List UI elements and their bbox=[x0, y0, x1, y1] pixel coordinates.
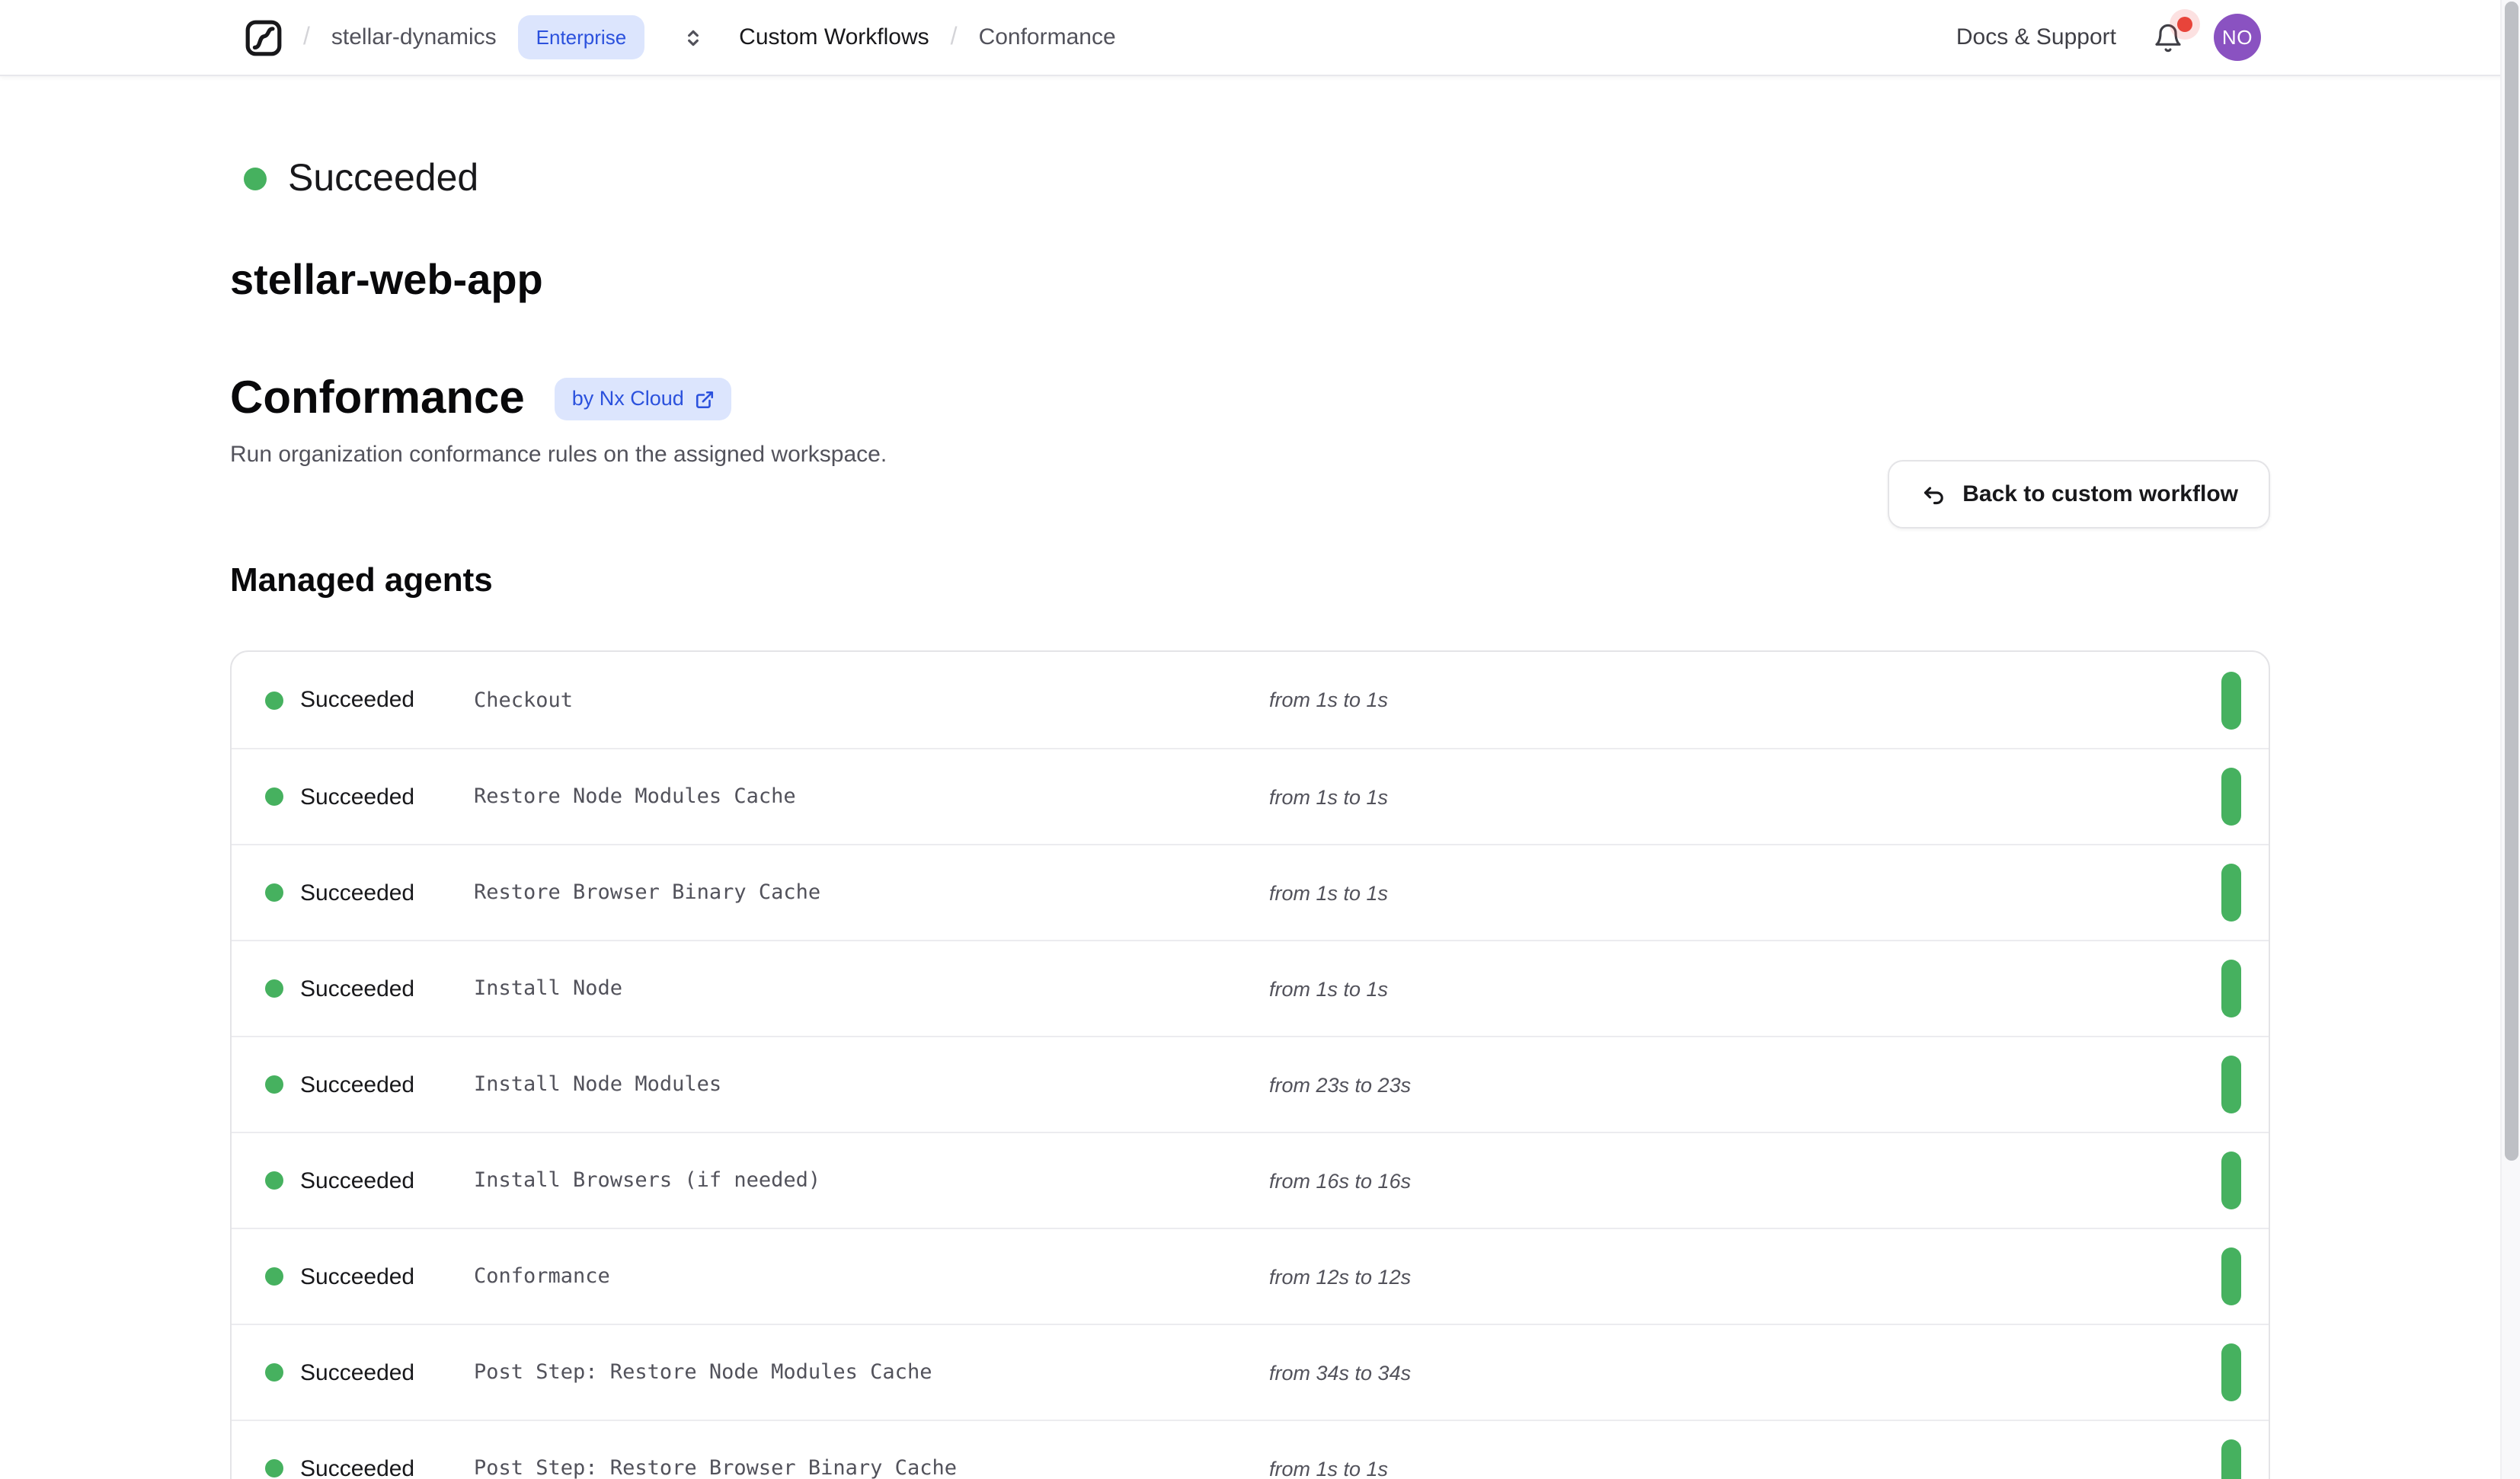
agent-duration: from 1s to 1s bbox=[1269, 688, 2221, 711]
agent-row[interactable]: Succeeded Install Node from 1s to 1s bbox=[232, 940, 2269, 1036]
status-dot-icon bbox=[265, 1363, 283, 1382]
agent-status: Succeeded bbox=[300, 976, 414, 1001]
agent-row[interactable]: Succeeded Post Step: Restore Node Module… bbox=[232, 1324, 2269, 1420]
docs-support-link[interactable]: Docs & Support bbox=[1956, 24, 2116, 50]
agent-step-name: Post Step: Restore Node Modules Cache bbox=[474, 1360, 1269, 1385]
duration-bar bbox=[2221, 960, 2241, 1017]
breadcrumb-separator: / bbox=[303, 24, 310, 51]
agent-row[interactable]: Succeeded Restore Node Modules Cache fro… bbox=[232, 748, 2269, 844]
main-content: Succeeded stellar-web-app Conformance by… bbox=[0, 76, 2520, 1479]
agent-row[interactable]: Succeeded Install Browsers (if needed) f… bbox=[232, 1132, 2269, 1228]
avatar[interactable]: NO bbox=[2214, 14, 2261, 61]
breadcrumb-org[interactable]: stellar-dynamics bbox=[331, 24, 497, 50]
notifications-button[interactable] bbox=[2153, 22, 2183, 53]
duration-bar bbox=[2221, 671, 2241, 729]
duration-bar bbox=[2221, 1056, 2241, 1113]
agent-step-name: Checkout bbox=[474, 688, 1269, 712]
agent-status: Succeeded bbox=[300, 1072, 414, 1097]
agent-row[interactable]: Succeeded Install Node Modules from 23s … bbox=[232, 1036, 2269, 1132]
status-dot-icon bbox=[265, 979, 283, 998]
workspace-title: stellar-web-app bbox=[230, 256, 2270, 305]
status-dot-icon bbox=[265, 1459, 283, 1477]
breadcrumb-page: Conformance bbox=[979, 24, 1116, 50]
run-status-label: Succeeded bbox=[288, 160, 478, 198]
agent-status: Succeeded bbox=[300, 784, 414, 810]
duration-bar bbox=[2221, 768, 2241, 826]
status-dot-icon bbox=[244, 168, 267, 190]
agent-duration: from 1s to 1s bbox=[1269, 1457, 2221, 1479]
breadcrumb-separator: / bbox=[951, 24, 958, 51]
page-title: Conformance bbox=[230, 372, 525, 426]
agent-status: Succeeded bbox=[300, 1168, 414, 1193]
agent-status: Succeeded bbox=[300, 1263, 414, 1289]
agent-duration: from 1s to 1s bbox=[1269, 881, 2221, 904]
agent-status: Succeeded bbox=[300, 1359, 414, 1385]
back-button-label: Back to custom workflow bbox=[1962, 481, 2238, 507]
agent-step-name: Install Node Modules bbox=[474, 1072, 1269, 1097]
agent-duration: from 1s to 1s bbox=[1269, 785, 2221, 808]
by-nx-cloud-label: by Nx Cloud bbox=[572, 389, 684, 410]
header-actions: Docs & Support NO bbox=[1956, 14, 2483, 61]
notification-badge bbox=[2177, 16, 2192, 31]
agent-row[interactable]: Succeeded Conformance from 12s to 12s bbox=[232, 1228, 2269, 1324]
agent-status: Succeeded bbox=[300, 687, 414, 713]
external-link-icon bbox=[695, 389, 715, 409]
org-plan-badge: Enterprise bbox=[518, 15, 645, 59]
arrow-back-icon bbox=[1920, 481, 1947, 508]
managed-agents-list: Succeeded Checkout from 1s to 1s Succeed… bbox=[230, 650, 2270, 1479]
agent-row[interactable]: Succeeded Restore Browser Binary Cache f… bbox=[232, 844, 2269, 940]
status-dot-icon bbox=[265, 691, 283, 709]
agent-step-name: Post Step: Restore Browser Binary Cache bbox=[474, 1456, 1269, 1479]
status-dot-icon bbox=[265, 1171, 283, 1190]
duration-bar bbox=[2221, 1439, 2241, 1479]
app-window: / stellar-dynamics Enterprise Custom Wor… bbox=[0, 0, 2520, 1479]
managed-agents-title: Managed agents bbox=[230, 561, 2270, 600]
duration-bar bbox=[2221, 1247, 2241, 1305]
chevron-up-down-icon[interactable] bbox=[681, 25, 705, 50]
status-dot-icon bbox=[265, 1267, 283, 1286]
agent-duration: from 1s to 1s bbox=[1269, 977, 2221, 1000]
duration-bar bbox=[2221, 864, 2241, 922]
top-navbar: / stellar-dynamics Enterprise Custom Wor… bbox=[0, 0, 2520, 76]
agent-row[interactable]: Succeeded Post Step: Restore Browser Bin… bbox=[232, 1420, 2269, 1479]
vertical-scrollbar bbox=[2500, 0, 2520, 1479]
breadcrumb-section[interactable]: Custom Workflows bbox=[739, 24, 929, 50]
status-dot-icon bbox=[265, 883, 283, 902]
run-status: Succeeded bbox=[230, 76, 2270, 198]
agent-duration: from 12s to 12s bbox=[1269, 1265, 2221, 1288]
status-dot-icon bbox=[265, 787, 283, 806]
agent-duration: from 34s to 34s bbox=[1269, 1361, 2221, 1384]
agent-duration: from 16s to 16s bbox=[1269, 1169, 2221, 1192]
agent-duration: from 23s to 23s bbox=[1269, 1073, 2221, 1096]
agent-status: Succeeded bbox=[300, 1455, 414, 1479]
agent-step-name: Restore Node Modules Cache bbox=[474, 784, 1269, 809]
agent-step-name: Restore Browser Binary Cache bbox=[474, 880, 1269, 905]
by-nx-cloud-badge[interactable]: by Nx Cloud bbox=[555, 379, 731, 420]
agent-step-name: Install Browsers (if needed) bbox=[474, 1168, 1269, 1193]
duration-bar bbox=[2221, 1152, 2241, 1209]
duration-bar bbox=[2221, 1343, 2241, 1401]
status-dot-icon bbox=[265, 1075, 283, 1094]
agent-step-name: Conformance bbox=[474, 1264, 1269, 1289]
nx-cloud-logo-icon[interactable] bbox=[245, 19, 282, 56]
agent-step-name: Install Node bbox=[474, 976, 1269, 1001]
section-header: Conformance by Nx Cloud bbox=[230, 372, 2270, 426]
back-to-custom-workflow-button[interactable]: Back to custom workflow bbox=[1888, 460, 2270, 529]
breadcrumb: / stellar-dynamics Enterprise Custom Wor… bbox=[245, 15, 1116, 59]
scrollbar-thumb[interactable] bbox=[2504, 2, 2518, 1161]
agent-row[interactable]: Succeeded Checkout from 1s to 1s bbox=[232, 652, 2269, 748]
agent-status: Succeeded bbox=[300, 880, 414, 906]
